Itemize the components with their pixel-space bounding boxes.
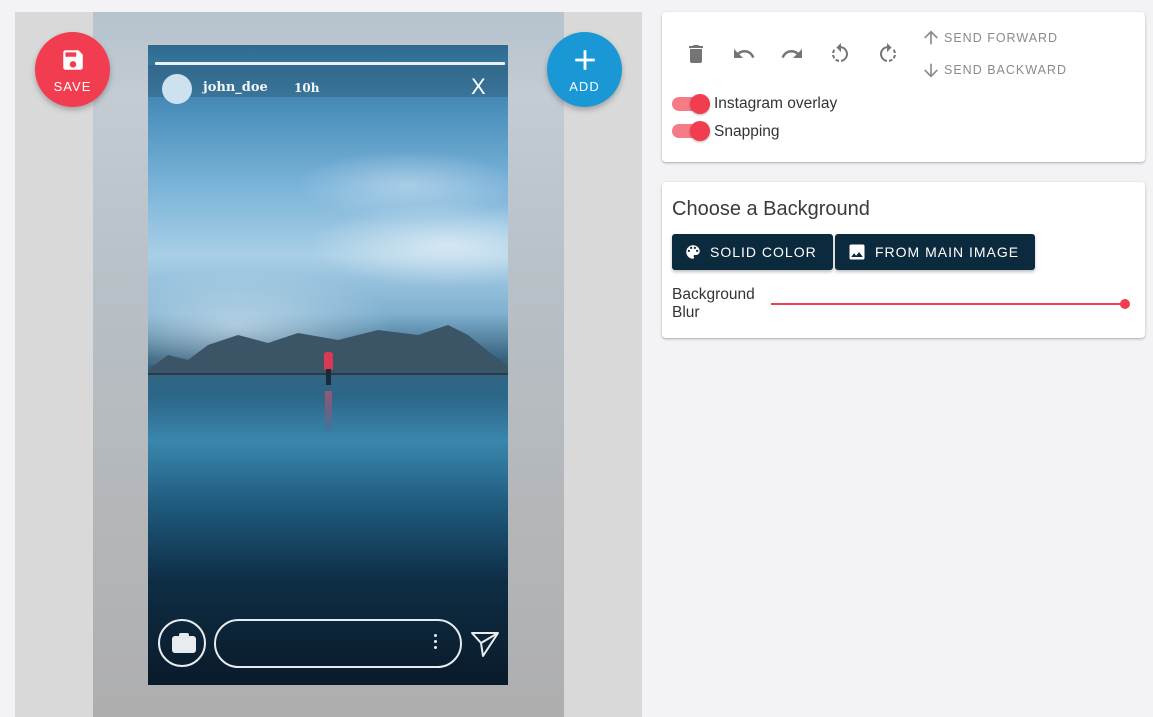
snapping-toggle[interactable] (672, 121, 710, 141)
story-time: 10h (294, 81, 320, 95)
more-vert-icon[interactable] (434, 634, 438, 652)
background-panel-title: Choose a Background (672, 198, 870, 220)
palette-icon (686, 245, 700, 259)
story-progress-bar (155, 62, 505, 65)
plus-icon (575, 50, 595, 70)
photo-person-legs (326, 369, 331, 385)
send-message-field[interactable] (214, 619, 462, 668)
send-forward-label: SEND FORWARD (944, 31, 1059, 45)
story-username: john_doe (203, 80, 268, 95)
send-forward-button[interactable]: SEND FORWARD (922, 29, 1058, 47)
save-label: SAVE (53, 79, 92, 94)
photo-person (324, 352, 333, 370)
toggle-knob (690, 94, 710, 114)
rotate-left-icon[interactable] (828, 42, 852, 66)
from-main-image-label: FROM MAIN IMAGE (875, 244, 1020, 260)
tools-panel: SEND FORWARD SEND BACKWARD Instagram ove… (662, 12, 1145, 162)
solid-color-button[interactable]: SOLID COLOR (672, 234, 833, 270)
background-blur-label: Background Blur (672, 286, 755, 321)
undo-icon[interactable] (732, 42, 756, 66)
blur-slider-track[interactable] (771, 303, 1125, 305)
instagram-overlay-toggle[interactable] (672, 94, 710, 114)
arrow-up-icon (924, 30, 938, 45)
snapping-label: Snapping (714, 123, 780, 140)
toggle-knob (690, 121, 710, 141)
rotate-right-icon[interactable] (876, 42, 900, 66)
editor-canvas-area: john_doe 10h X (15, 12, 642, 717)
delete-icon[interactable] (684, 42, 708, 66)
save-button[interactable]: SAVE (35, 32, 110, 107)
camera-icon (172, 633, 196, 653)
arrow-down-icon (924, 63, 938, 78)
from-main-image-button[interactable]: FROM MAIN IMAGE (835, 234, 1036, 270)
instagram-overlay-label: Instagram overlay (714, 95, 838, 112)
story-preview[interactable]: john_doe 10h X (148, 45, 508, 685)
avatar (162, 74, 192, 104)
story-close-button[interactable]: X (471, 74, 486, 100)
send-icon[interactable] (470, 630, 500, 658)
redo-icon[interactable] (780, 42, 804, 66)
add-button[interactable]: ADD (547, 32, 622, 107)
solid-color-label: SOLID COLOR (710, 244, 817, 260)
photo-reflection (325, 391, 332, 431)
image-icon (849, 244, 865, 260)
blur-slider-thumb[interactable] (1120, 299, 1130, 309)
add-label: ADD (569, 79, 600, 94)
camera-button[interactable] (158, 619, 206, 667)
story-header (148, 65, 508, 97)
floppy-disk-icon (63, 50, 83, 70)
background-panel: Choose a Background SOLID COLOR FROM MAI… (662, 182, 1145, 338)
send-backward-button[interactable]: SEND BACKWARD (922, 61, 1067, 79)
send-backward-label: SEND BACKWARD (944, 63, 1067, 77)
